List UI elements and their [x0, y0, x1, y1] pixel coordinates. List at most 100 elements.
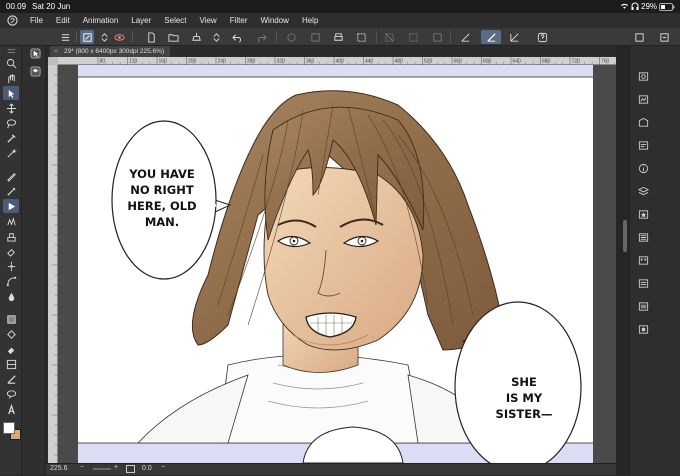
eraser-tool-icon[interactable]: [3, 244, 19, 258]
snap-ruler-icon[interactable]: [458, 30, 472, 44]
snap-special-ruler-icon[interactable]: [481, 30, 501, 44]
menu-file[interactable]: File: [30, 16, 43, 25]
ruler-label: 680: [542, 59, 551, 65]
fill-bucket-tool-icon[interactable]: [3, 327, 19, 341]
deselect-icon[interactable]: [382, 30, 396, 44]
clear-icon[interactable]: [284, 30, 298, 44]
redo-icon[interactable]: [254, 30, 268, 44]
color-history-icon[interactable]: [637, 278, 649, 289]
app-logo-icon[interactable]: [4, 13, 20, 28]
ruler-label: 400: [336, 59, 345, 65]
ruler-label: 120: [129, 59, 138, 65]
fit-screen-icon[interactable]: [126, 465, 135, 475]
move-tool-icon[interactable]: [3, 101, 19, 115]
menu-select[interactable]: Select: [164, 16, 186, 25]
item-bank-icon[interactable]: [637, 117, 649, 128]
history-icon[interactable]: [637, 232, 649, 243]
menu-window[interactable]: Window: [261, 16, 289, 25]
panel-settings-icon[interactable]: [657, 30, 671, 44]
fill-tool-icon[interactable]: [3, 289, 19, 303]
pen-tool-icon[interactable]: [3, 169, 19, 183]
canvas-scrollbar[interactable]: [623, 220, 627, 252]
hamburger-icon[interactable]: [58, 30, 72, 44]
canvas-page[interactable]: YOU HAVE NO RIGHT HERE, OLD MAN. SHE IS …: [78, 65, 593, 463]
balloon-tool-icon[interactable]: [3, 387, 19, 401]
zoom-level[interactable]: 225.6: [50, 465, 68, 472]
open-folder-icon[interactable]: [166, 30, 180, 44]
zoom-in-icon[interactable]: +: [114, 464, 118, 471]
approximate-color-icon[interactable]: [637, 324, 649, 335]
comic-artwork: YOU HAVE NO RIGHT HERE, OLD MAN. SHE IS …: [78, 65, 593, 463]
menu-layer[interactable]: Layer: [131, 16, 151, 25]
left-bubble-line-3: HERE, OLD: [127, 199, 196, 213]
chevron-updown-icon[interactable]: [97, 30, 111, 44]
pencil-tool-icon[interactable]: [3, 184, 19, 198]
menu-filter[interactable]: Filter: [230, 16, 248, 25]
fill-icon[interactable]: [308, 30, 322, 44]
zoom-tool-icon[interactable]: [3, 56, 19, 70]
rotation-angle[interactable]: 0.0: [142, 465, 152, 472]
hand-tool-icon[interactable]: [3, 71, 19, 85]
sub-view-icon[interactable]: [637, 94, 649, 105]
main-color-swatch[interactable]: [3, 422, 15, 434]
eyedropper-tool-icon[interactable]: [3, 131, 19, 145]
close-tab-icon[interactable]: ×: [54, 46, 58, 57]
status-date: Sat 20 Jun: [32, 2, 71, 11]
text-tool-icon[interactable]: [3, 402, 19, 416]
print-icon[interactable]: [331, 30, 345, 44]
right-bubble-line-2: IS MY: [506, 391, 543, 405]
edit-mode-icon[interactable]: [80, 30, 94, 44]
chevron-updown-icon[interactable]: [209, 30, 223, 44]
info-icon[interactable]: [637, 163, 649, 174]
ruler-tool-icon[interactable]: [3, 372, 19, 386]
color-set-icon[interactable]: [637, 255, 649, 266]
lasso-tool-icon[interactable]: [3, 116, 19, 130]
ruler-label: 600: [483, 59, 492, 65]
navigator-icon[interactable]: [637, 71, 649, 82]
status-time: 00.09: [6, 2, 27, 11]
menu-edit[interactable]: Edit: [56, 16, 70, 25]
document-tab-title: 29* (800 x 6400px 300dpi 225.6%): [64, 48, 165, 55]
gradient-tool-icon[interactable]: [3, 312, 19, 326]
snap-grid-icon[interactable]: [507, 30, 521, 44]
save-icon[interactable]: [189, 30, 203, 44]
intermediate-color-icon[interactable]: [637, 301, 649, 312]
material-icon[interactable]: [637, 209, 649, 220]
eye-icon[interactable]: [112, 30, 126, 44]
left-bubble-line-1: YOU HAVE: [128, 167, 195, 181]
decoration-tool-icon[interactable]: [3, 229, 19, 243]
frame-tool-icon[interactable]: [3, 357, 19, 371]
magic-wand-tool-icon[interactable]: [3, 146, 19, 160]
new-file-icon[interactable]: [144, 30, 158, 44]
ruler-label: 240: [218, 59, 227, 65]
zoom-out-icon[interactable]: −: [80, 464, 84, 471]
subtool-object-icon[interactable]: [27, 46, 43, 60]
color-swatches[interactable]: [2, 420, 22, 442]
right-icon-panel: [629, 46, 680, 475]
canvas-area[interactable]: YOU HAVE NO RIGHT HERE, OLD MAN. SHE IS …: [58, 65, 616, 463]
brush-tool-icon[interactable]: [3, 199, 19, 213]
zoom-slider[interactable]: [93, 464, 111, 476]
menu-help[interactable]: Help: [302, 16, 318, 25]
rotate-left-icon[interactable]: −: [161, 464, 165, 471]
selection-layer-icon[interactable]: [430, 30, 444, 44]
layer-panel-icon[interactable]: [632, 30, 646, 44]
blend-tool-icon[interactable]: [3, 259, 19, 273]
transform-icon[interactable]: [354, 30, 368, 44]
invert-selection-icon[interactable]: [406, 30, 420, 44]
airbrush-tool-icon[interactable]: [3, 214, 19, 228]
undo-icon[interactable]: [230, 30, 244, 44]
command-bar: [0, 28, 680, 46]
property-icon[interactable]: [637, 140, 649, 151]
operation-tool-icon[interactable]: [3, 86, 19, 100]
help-icon[interactable]: [535, 30, 549, 44]
menu-view[interactable]: View: [200, 16, 217, 25]
eraser-fill-icon[interactable]: [3, 342, 19, 356]
menu-animation[interactable]: Animation: [83, 16, 119, 25]
document-tab[interactable]: × 29* (800 x 6400px 300dpi 225.6%): [50, 46, 171, 57]
ruler-corner: [48, 57, 58, 65]
subtool-layer-select-icon[interactable]: [27, 64, 43, 78]
ruler-label: 320: [277, 59, 286, 65]
layers-icon[interactable]: [637, 186, 649, 197]
vector-tool-icon[interactable]: [3, 274, 19, 288]
